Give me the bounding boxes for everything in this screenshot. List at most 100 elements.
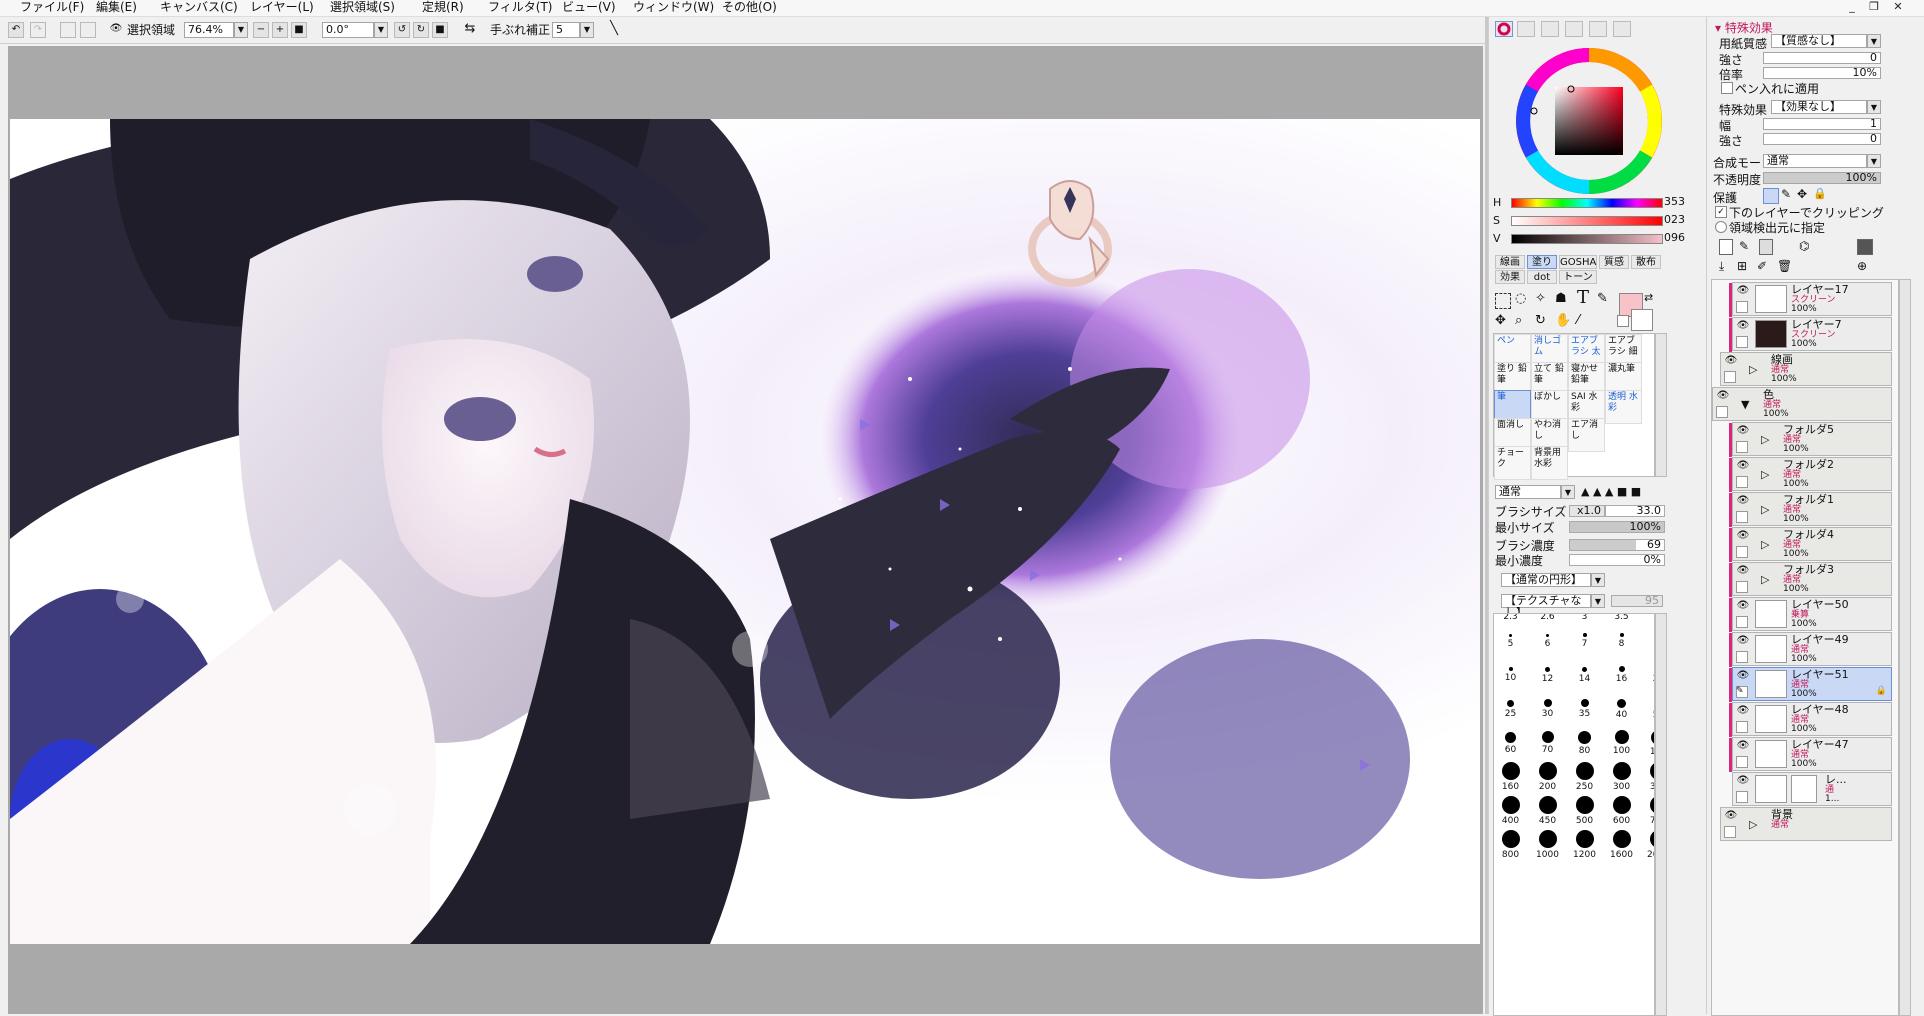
undo-icon[interactable]: ↶ (8, 22, 24, 38)
rotate-view-icon[interactable]: ↻ (1535, 313, 1546, 328)
layer-mask-icon[interactable] (1857, 239, 1873, 255)
folder-expand-icon[interactable]: ▷ (1749, 818, 1757, 831)
brush-size-preset[interactable]: 30 (1529, 694, 1566, 731)
brush-size-top-2[interactable]: 3 (1566, 614, 1603, 624)
tab-lineart[interactable]: 線画 (1495, 255, 1525, 269)
menu-ruler[interactable]: 定規(R) (422, 0, 464, 14)
menu-canvas[interactable]: キャンバス(C) (160, 0, 238, 14)
opacity-bar[interactable]: 100% (1763, 172, 1881, 184)
brush-size-preset[interactable]: 120 (1640, 728, 1654, 765)
blend-mode-dropdown[interactable]: ▼ (1867, 154, 1881, 168)
layer-select-checkbox[interactable] (1724, 826, 1736, 838)
tab-gosha[interactable]: GOSHA (1559, 255, 1597, 269)
layer-row[interactable]: 👁 レイヤー7 スクリーン 100% (1729, 317, 1892, 352)
tab-paint[interactable]: 塗り (1527, 255, 1557, 269)
rect-select-icon[interactable] (1495, 293, 1511, 309)
brush-shape-select[interactable]: 【通常の円形】 (1501, 573, 1591, 587)
brush-size-multiplier[interactable]: x1.0 (1569, 505, 1605, 517)
brush-size-preset[interactable]: 60 (1494, 728, 1529, 765)
brush-size-preset[interactable]: 400 (1494, 796, 1529, 833)
layer-select-checkbox[interactable] (1736, 651, 1748, 663)
visibility-eye-icon[interactable]: 👁 (1735, 425, 1751, 437)
special-effect-select[interactable]: 【効果なし】 (1771, 100, 1867, 114)
layer-select-checkbox[interactable] (1736, 721, 1748, 733)
brush-size-preset[interactable]: 8 (1603, 626, 1640, 663)
brush-size-preset[interactable]: 600 (1603, 796, 1640, 833)
zoom-field[interactable]: 76.4% (184, 22, 234, 38)
brush-size-top-0[interactable]: 2.3 (1494, 614, 1529, 624)
stabilizer-dropdown[interactable]: ▼ (580, 22, 594, 38)
swatch-tab[interactable] (1565, 21, 1583, 37)
brush-size-preset[interactable]: 50 (1640, 694, 1654, 731)
menu-selection[interactable]: 選択領域(S) (330, 0, 395, 14)
brush-size-preset[interactable]: 2000 (1640, 830, 1654, 867)
zoom-out-button[interactable]: − (253, 22, 269, 38)
eye-icon[interactable]: 👁 (108, 22, 124, 38)
layer-select-checkbox[interactable] (1736, 336, 1748, 348)
hsv-slider-tab[interactable] (1541, 21, 1559, 37)
move-layer-icon[interactable]: ☗ (1555, 291, 1567, 306)
lock-transparency-icon[interactable] (1763, 188, 1779, 204)
hand-icon[interactable]: ✋ (1555, 313, 1571, 328)
value-slider[interactable] (1511, 234, 1663, 244)
layer-folder[interactable]: 👁 ▷ フォルダ3 通常 100% (1729, 562, 1892, 597)
brush-size-preset[interactable]: 20 (1640, 660, 1654, 697)
layer-row[interactable]: 👁 レ... 通 1... (1732, 772, 1892, 806)
tab-dot[interactable]: dot (1527, 270, 1557, 284)
folder-expand-icon[interactable]: ▷ (1761, 538, 1769, 551)
scratchpad-tab[interactable] (1589, 21, 1607, 37)
menu-edit[interactable]: 編集(E) (96, 0, 137, 14)
folder-expand-icon[interactable]: ▷ (1761, 573, 1769, 586)
menu-other[interactable]: その他(O) (722, 0, 777, 14)
brush-texture-dropdown[interactable]: ▼ (1591, 594, 1605, 608)
brush-size-preset[interactable]: 5 (1494, 626, 1529, 663)
visibility-eye-icon[interactable]: 👁 (1735, 670, 1751, 682)
color-wheel-tab[interactable] (1495, 21, 1513, 37)
add-mask-icon[interactable]: ⊕ (1857, 259, 1867, 273)
tab-scatter[interactable]: 散布 (1631, 255, 1661, 269)
minimize-button[interactable]: _ (1844, 0, 1860, 14)
artwork-image[interactable] (10, 119, 1480, 944)
layer-folder[interactable]: 👁 ▷ フォルダ2 通常 100% (1729, 457, 1892, 492)
zoom-icon[interactable]: ⌕ (1515, 313, 1522, 328)
visibility-eye-icon[interactable]: 👁 (1735, 320, 1751, 332)
rotate-reset-button[interactable]: ■ (432, 22, 448, 38)
brush-size-preset[interactable]: 7 (1566, 626, 1603, 663)
lasso-icon[interactable]: ◌ (1515, 291, 1526, 306)
brush-air-erase[interactable]: エア消し (1568, 418, 1605, 452)
rotate-right-icon[interactable]: ↻ (413, 22, 429, 38)
folder-expand-icon[interactable]: ▷ (1761, 433, 1769, 446)
magic-wand-icon[interactable]: ✧ (1535, 291, 1546, 306)
canvas-area[interactable] (8, 46, 1483, 1014)
layer-select-checkbox[interactable] (1736, 546, 1748, 558)
h-value[interactable]: 353 (1664, 195, 1685, 208)
selection-lasso-icon[interactable]: ⌬ (1799, 239, 1809, 253)
brush-size-preset[interactable]: 16 (1603, 660, 1640, 697)
swap-colors-icon[interactable]: ⇄ (1644, 291, 1653, 304)
menu-window[interactable]: ウィンドウ(W) (633, 0, 714, 14)
zoom-dropdown[interactable]: ▼ (234, 22, 248, 38)
effects-header[interactable]: ▾ 特殊効果 (1715, 19, 1773, 36)
brush-size-preset[interactable]: 800 (1494, 830, 1529, 867)
brush-size-preset[interactable]: 700 (1640, 796, 1654, 833)
layer-select-checkbox[interactable] (1716, 406, 1728, 418)
layer-folder[interactable]: 👁 ▷ フォルダ4 通常 100% (1729, 527, 1892, 562)
v-value[interactable]: 096 (1664, 231, 1685, 244)
new-linework-layer-icon[interactable]: ✎ (1739, 239, 1749, 253)
brush-size-top-4[interactable]: 4 (1640, 614, 1654, 624)
rotation-field[interactable]: 0.0° (322, 22, 374, 38)
brush-size-bar[interactable]: 33.0 (1605, 505, 1665, 517)
delete-layer-icon[interactable]: 🗑 (1777, 259, 1792, 273)
layer-folder[interactable]: 👁 ▷ フォルダ5 通常 100% (1729, 422, 1892, 457)
blend-mode-select[interactable]: 通常 (1763, 154, 1867, 168)
menu-view[interactable]: ビュー(V) (562, 0, 616, 14)
rotate-left-icon[interactable]: ↺ (394, 22, 410, 38)
brush-size-preset[interactable]: 10 (1494, 660, 1529, 697)
layer-folder[interactable]: 👁 ▷ 線画 通常 100% (1720, 352, 1892, 386)
brush-size-preset[interactable]: 1600 (1603, 830, 1640, 867)
layer-row[interactable]: 👁 レイヤー47 通常 100% (1729, 737, 1892, 772)
rotation-dropdown[interactable]: ▼ (374, 22, 388, 38)
s-value[interactable]: 023 (1664, 213, 1685, 226)
brush-blend-dropdown[interactable]: ▼ (1561, 485, 1575, 499)
layer-row[interactable]: 👁 レイヤー50 乗算 100% (1729, 597, 1892, 632)
